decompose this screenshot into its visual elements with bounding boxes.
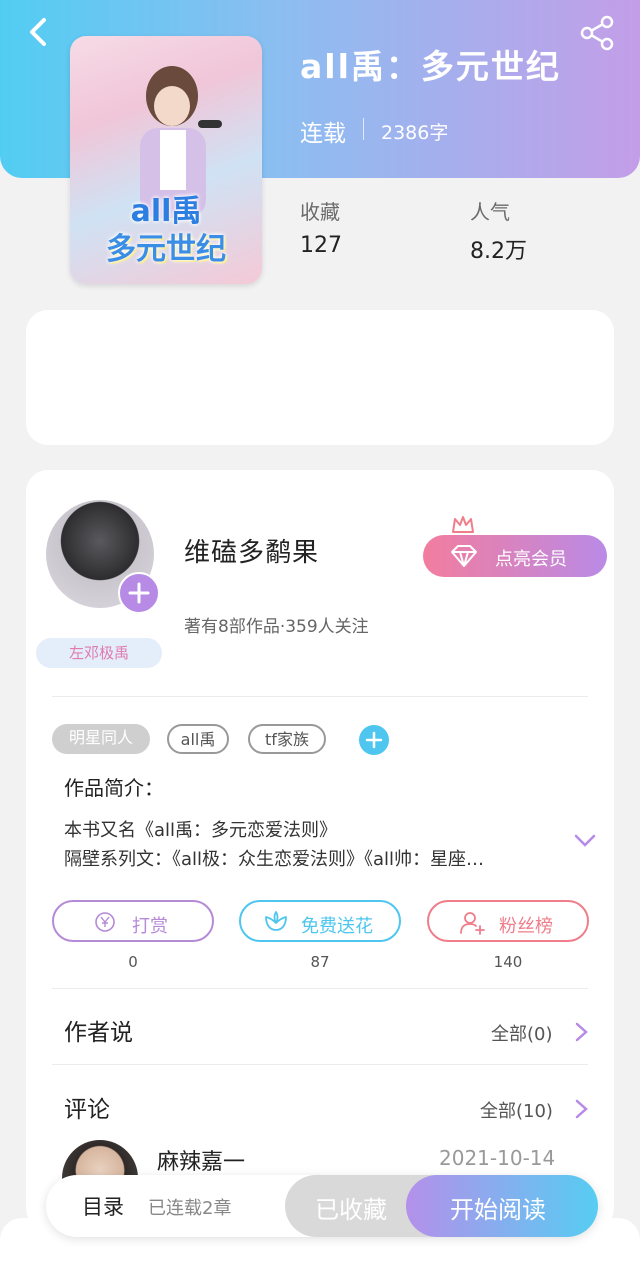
activate-vip-button[interactable]: 点亮会员 [423, 535, 607, 577]
intro-line-1: 本书又名《all禹：多元恋爱法则》 [64, 820, 338, 841]
divider [52, 988, 588, 989]
stat-value-popularity: 8.2万 [470, 239, 527, 264]
table-of-contents-button[interactable]: 目录 [82, 1191, 124, 1221]
vip-button-label: 点亮会员 [495, 549, 567, 570]
cover-title-line2: 多元世纪 [106, 232, 226, 267]
user-icon [460, 912, 485, 935]
share-button[interactable] [578, 14, 618, 54]
follow-author-button[interactable] [118, 572, 160, 614]
add-tag-button[interactable] [359, 725, 389, 755]
word-count: 2386字 [381, 122, 449, 144]
stat-value-favorites: 127 [300, 233, 342, 258]
divider [52, 1064, 588, 1065]
diamond-icon [451, 545, 477, 567]
chevron-right-icon[interactable] [572, 1097, 590, 1121]
serial-status: 连载 [300, 121, 346, 147]
flower-count: 87 [310, 953, 330, 971]
author-says-title: 作者说 [64, 1020, 133, 1046]
send-flower-label: 免费送花 [301, 916, 373, 937]
plus-icon [365, 731, 383, 749]
author-says-all-link[interactable]: 全部(0) [491, 1020, 553, 1046]
expand-intro-button[interactable] [572, 830, 598, 856]
fan-ranking-button[interactable]: 粉丝榜 [427, 900, 589, 942]
back-button[interactable] [18, 12, 58, 52]
tip-button[interactable]: 打赏 [52, 900, 214, 942]
intro-line-2: 隔壁系列文：《all极：众生恋爱法则》《all帅：星座… [64, 849, 485, 870]
intro-heading: 作品简介： [64, 776, 164, 800]
tag-category[interactable]: 明星同人 [52, 724, 150, 754]
send-flower-button[interactable]: 免费送花 [239, 900, 401, 942]
empty-banner-card [26, 310, 614, 445]
fan-count: 140 [493, 953, 523, 971]
tag-item[interactable]: all禹 [167, 724, 229, 754]
tag-item[interactable]: tf家族 [248, 724, 326, 754]
favorited-label: 已收藏 [315, 1196, 387, 1224]
comment-date: 2021-10-14 [439, 1146, 556, 1170]
tip-label: 打赏 [132, 916, 168, 937]
author-fan-badge: 左邓极禹 [36, 638, 162, 668]
status-separator [363, 118, 364, 140]
commenter-name: 麻辣嘉一 [157, 1150, 246, 1175]
author-name[interactable]: 维磕多鹬果 [184, 532, 319, 569]
author-meta: 著有8部作品·359人关注 [184, 617, 369, 637]
flower-icon [265, 911, 287, 931]
chevron-down-icon [574, 834, 596, 847]
plus-icon [128, 582, 150, 604]
share-icon [580, 15, 614, 51]
book-cover[interactable]: all禹 多元世纪 [70, 36, 262, 284]
crown-icon [452, 516, 474, 533]
stat-label-favorites: 收藏 [300, 200, 340, 224]
comments-all-link[interactable]: 全部(10) [480, 1097, 553, 1123]
yen-coin-icon [95, 912, 115, 932]
start-reading-label: 开始阅读 [450, 1196, 546, 1224]
divider [52, 696, 588, 697]
chapters-count: 已连载2章 [148, 1198, 232, 1219]
fan-ranking-label: 粉丝榜 [499, 916, 553, 937]
tip-count: 0 [128, 953, 138, 971]
comments-title: 评论 [64, 1097, 110, 1123]
start-reading-button[interactable]: 开始阅读 [406, 1175, 598, 1237]
stat-label-popularity: 人气 [470, 200, 510, 224]
book-title: all禹：多元世纪 [300, 47, 561, 86]
chevron-right-icon[interactable] [572, 1020, 590, 1044]
chevron-left-icon [30, 18, 46, 46]
